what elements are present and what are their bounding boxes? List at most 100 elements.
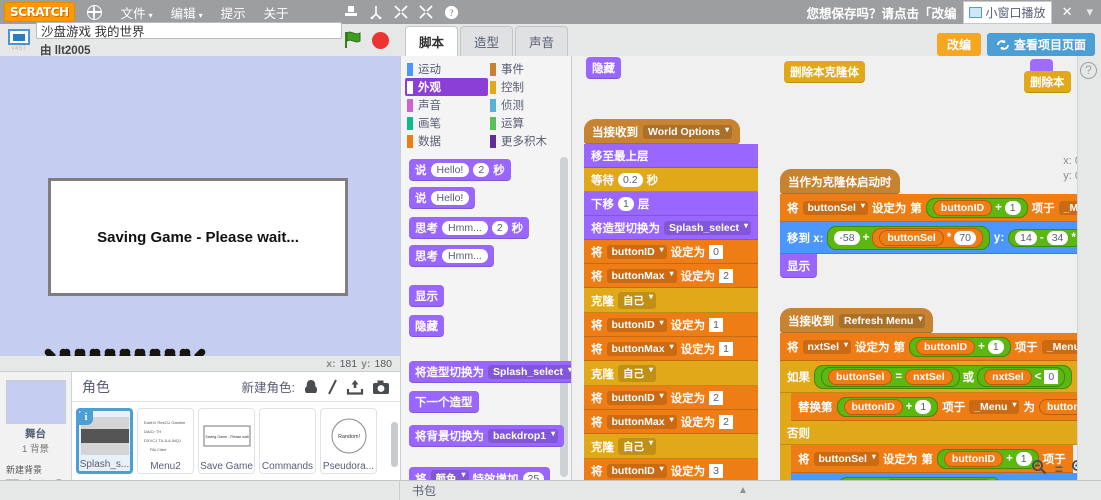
category-looks[interactable]: 外观	[405, 78, 488, 96]
chevron-up-icon[interactable]: ▲	[738, 485, 748, 496]
block-create-clone[interactable]: 克隆 自己	[584, 288, 759, 313]
reporter-nxtsel[interactable]: nxtSel	[905, 369, 953, 385]
operator-subtract-y[interactable]: 14 - 34 *	[1008, 229, 1083, 247]
script-canvas[interactable]: 隐藏 删除本克隆体 删除本 当接收到 World Options ▾ 移至最上层…	[572, 56, 1101, 500]
reporter-buttonid[interactable]: buttonID	[943, 451, 1004, 467]
tab-sounds[interactable]: 声音	[515, 26, 569, 56]
block-set-nxtsel[interactable]: 将 nxtSel 设定为 第 buttonID + 1 项于 _Menu	[780, 333, 1101, 361]
block-else-label[interactable]: 否则	[780, 421, 1101, 445]
block-input-number[interactable]: 2	[473, 163, 490, 177]
reporter-buttonsel[interactable]: buttonSel	[879, 230, 944, 246]
hat-when-receive-world-options[interactable]: 当接收到 World Options	[584, 119, 741, 144]
block-input-number[interactable]: 1	[719, 342, 733, 356]
block-input-number[interactable]: 2	[719, 415, 733, 429]
block-input-text[interactable]: Hello!	[430, 163, 470, 177]
block-variable-dropdown[interactable]: buttonID	[606, 464, 667, 478]
small-stage-play-button[interactable]: 小窗口播放	[962, 0, 1052, 24]
block-show[interactable]: 显示	[409, 285, 444, 307]
sprite-card-pseudorandom[interactable]: Random! Pseudora...	[320, 408, 377, 474]
script-orphan-hide[interactable]: 隐藏	[586, 57, 621, 83]
camera-sprite-icon[interactable]	[372, 379, 390, 395]
category-data[interactable]: 数据	[405, 132, 488, 150]
block-hide[interactable]: 隐藏	[586, 57, 621, 79]
block-input-text[interactable]: Hello!	[430, 191, 470, 205]
help-icon[interactable]: ?	[444, 5, 459, 20]
operator-lessthan[interactable]: nxtSel < 0	[977, 367, 1066, 387]
block-set-variable[interactable]: 将 buttonID 设定为 1	[584, 313, 759, 337]
category-operators[interactable]: 运算	[488, 114, 571, 132]
operator-add[interactable]: buttonID + 1	[936, 449, 1039, 469]
sprite-list-scrollbar[interactable]	[391, 422, 398, 467]
hat-when-receive-refresh-menu[interactable]: 当接收到 Refresh Menu	[780, 308, 934, 333]
stamp-icon[interactable]	[344, 5, 358, 19]
block-clone-target-dropdown[interactable]: 自己	[618, 365, 656, 382]
paint-sprite-icon[interactable]	[327, 379, 338, 395]
shrink-icon[interactable]	[419, 5, 433, 19]
upload-sprite-icon[interactable]	[346, 379, 364, 395]
block-dropdown[interactable]: Splash_select	[488, 365, 571, 379]
block-set-variable[interactable]: 将 buttonID 设定为 2	[584, 386, 759, 410]
category-sensing[interactable]: 侦测	[488, 96, 571, 114]
block-input-number[interactable]: 1	[1015, 452, 1032, 466]
category-sound[interactable]: 声音	[405, 96, 488, 114]
block-delete-this-clone[interactable]: 删除本克隆体	[784, 61, 865, 83]
category-more-blocks[interactable]: 更多积木	[488, 132, 571, 150]
block-input-number[interactable]: 0	[709, 245, 723, 259]
script-world-options[interactable]: 当接收到 World Options 移至最上层 等待 0.2 秒 下移 1 层	[584, 119, 759, 500]
category-events[interactable]: 事件	[488, 60, 571, 78]
hat-message-dropdown[interactable]: Refresh Menu	[839, 314, 926, 328]
scratch-logo[interactable]: SCRATCH	[4, 2, 75, 22]
block-set-variable[interactable]: 将 buttonMax 设定为 2	[584, 264, 759, 288]
block-input-number[interactable]: 3	[709, 464, 723, 478]
block-input-text[interactable]: Hmm...	[442, 221, 488, 235]
block-input-number[interactable]: 70	[954, 231, 976, 245]
project-title-input[interactable]	[36, 21, 342, 39]
block-say[interactable]: 说 Hello!	[409, 187, 476, 209]
see-inside-icon[interactable]: v457	[6, 29, 32, 52]
block-set-buttonsel[interactable]: 将 buttonSel 设定为 第 buttonID + 1 项于 _M	[780, 194, 1098, 222]
block-input-number[interactable]: 0	[1044, 370, 1059, 384]
chevron-down-icon[interactable]: ▾	[1082, 4, 1097, 20]
reporter-nxtsel[interactable]: nxtSel	[984, 369, 1032, 385]
block-dropdown[interactable]: backdrop1	[488, 429, 559, 443]
block-set-variable[interactable]: 将 buttonID 设定为 0	[584, 240, 759, 264]
block-variable-dropdown[interactable]: buttonID	[606, 318, 667, 332]
script-orphan-delete-clone[interactable]: 删除本克隆体	[784, 61, 865, 87]
sprite-library-icon[interactable]	[303, 379, 319, 395]
block-input-number[interactable]: 1	[709, 318, 723, 332]
block-input-number[interactable]: 2	[719, 269, 733, 283]
block-go-to-xy[interactable]: 移到 x: -58 + buttonSel * 70 y: 14 - 34 *	[780, 222, 1098, 254]
stop-icon[interactable]	[372, 31, 389, 49]
block-input-number[interactable]: 34	[1046, 231, 1069, 245]
block-input-number[interactable]: 14	[1015, 231, 1037, 245]
grow-icon[interactable]	[394, 5, 408, 19]
block-input-number[interactable]: 1	[915, 400, 932, 414]
operator-equals[interactable]: buttonSel = nxtSel	[821, 367, 960, 387]
block-go-to-front[interactable]: 移至最上层	[584, 144, 759, 168]
block-go-back-layers[interactable]: 下移 1 层	[584, 192, 759, 216]
block-variable-dropdown[interactable]: buttonID	[606, 245, 667, 259]
hat-when-i-start-as-clone[interactable]: 当作为克隆体启动时	[780, 169, 900, 194]
category-pen[interactable]: 画笔	[405, 114, 488, 132]
green-flag-icon[interactable]	[342, 29, 364, 51]
block-say-for-secs[interactable]: 说 Hello! 2 秒	[409, 159, 511, 181]
block-input-number[interactable]: 2	[709, 391, 723, 405]
tab-scripts[interactable]: 脚本	[405, 26, 459, 56]
block-if-else-header[interactable]: 如果 buttonSel = nxtSel 或 nxtSel < 0	[780, 361, 1101, 393]
block-hide[interactable]: 隐藏	[409, 315, 444, 337]
block-switch-costume[interactable]: 将造型切换为 Splash_select	[584, 216, 759, 240]
block-clone-target-dropdown[interactable]: 自己	[618, 438, 656, 455]
sprite-card-splash[interactable]: i Splash_s...	[76, 408, 133, 474]
reporter-buttonsel[interactable]: buttonSel	[828, 369, 893, 385]
block-create-clone[interactable]: 克隆 自己	[584, 434, 759, 459]
block-wait-secs[interactable]: 等待 0.2 秒	[584, 168, 759, 192]
script-clone-start[interactable]: 当作为克隆体启动时 将 buttonSel 设定为 第 buttonID + 1…	[780, 169, 1098, 278]
block-set-variable[interactable]: 将 buttonMax 设定为 2	[584, 410, 759, 434]
operator-add[interactable]: buttonID + 1	[836, 397, 939, 417]
block-input-number[interactable]: -58	[834, 231, 860, 245]
block-show[interactable]: 显示	[780, 254, 817, 278]
sprite-card-menu2[interactable]: EarthX ResCU Gamble DAICr TH DXVCJ TILJLA …	[137, 408, 194, 474]
globe-icon[interactable]	[86, 4, 102, 20]
reporter-buttonid[interactable]: buttonID	[932, 200, 993, 216]
block-input-number[interactable]: 2	[491, 221, 508, 235]
